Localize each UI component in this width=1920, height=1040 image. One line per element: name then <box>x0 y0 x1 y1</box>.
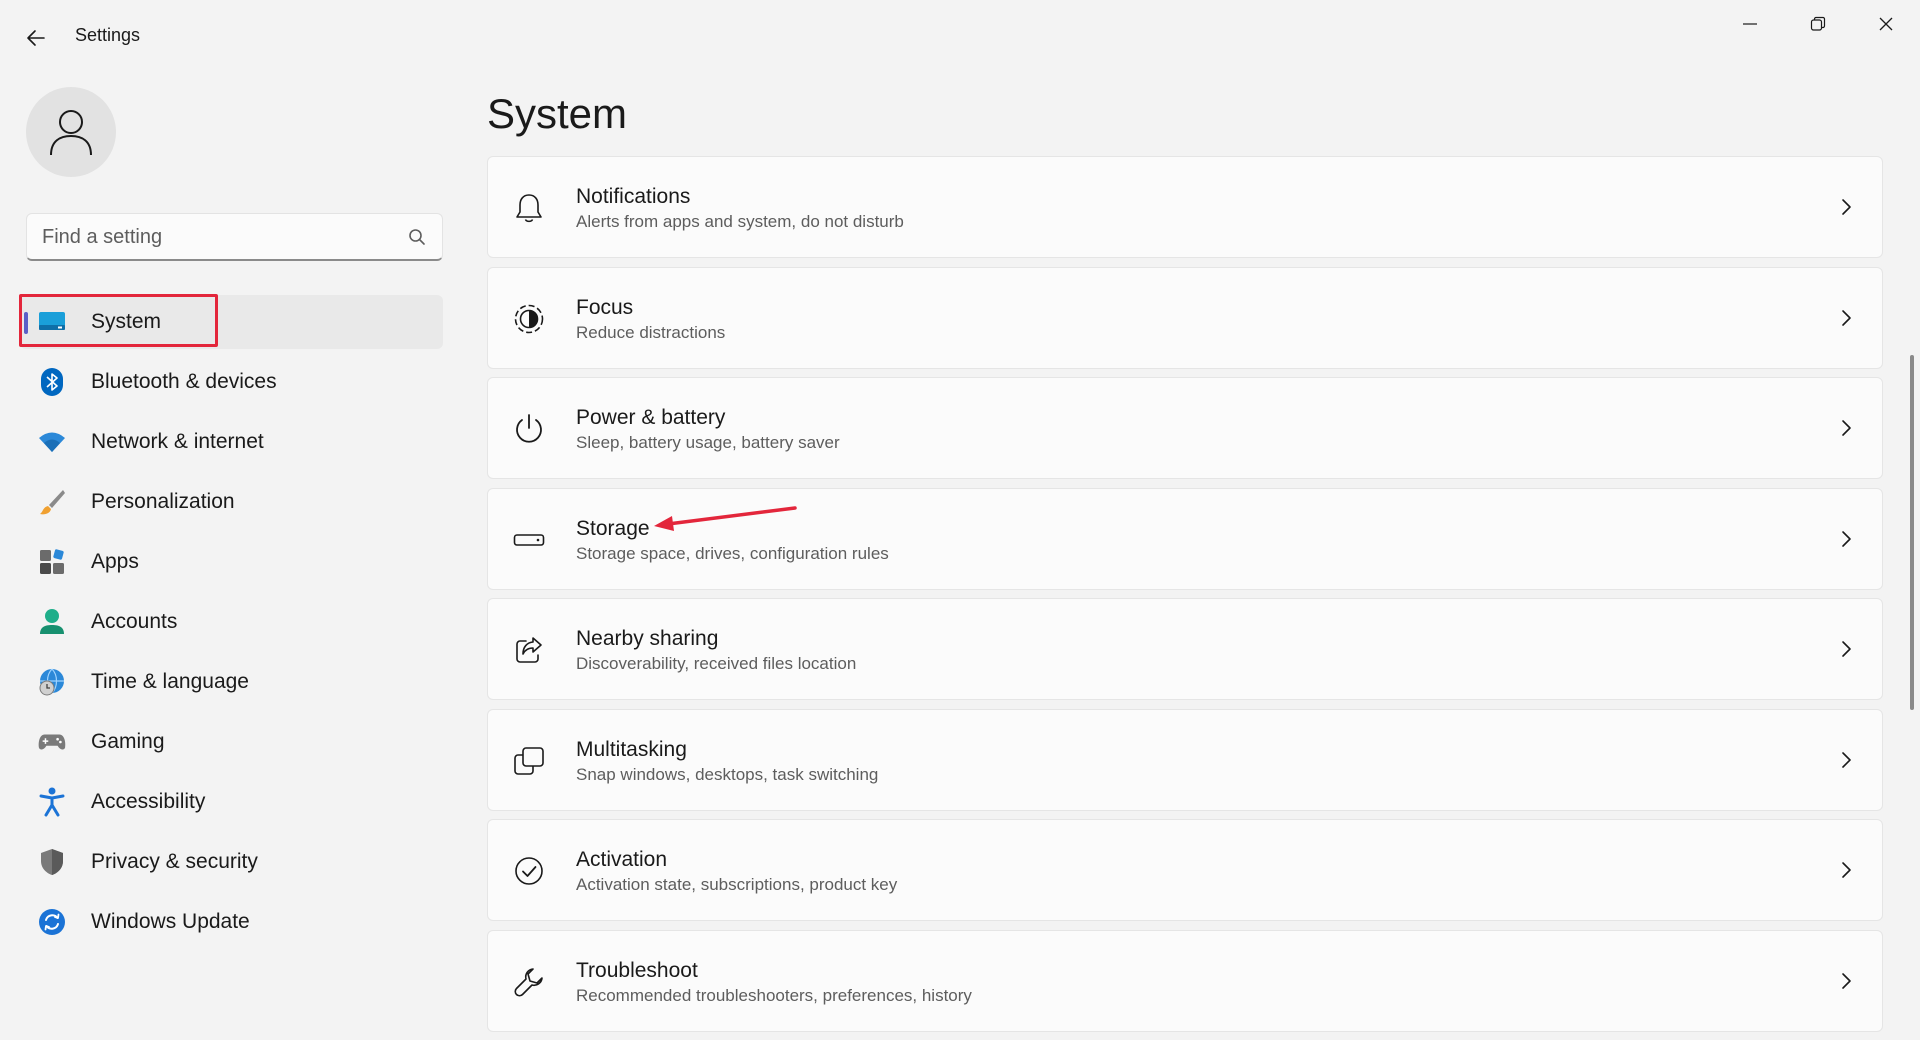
card-focus[interactable]: Focus Reduce distractions <box>487 266 1883 369</box>
close-icon <box>1879 17 1893 31</box>
card-title: Notifications <box>576 185 691 208</box>
sidebar-item-label: Personalization <box>91 490 235 513</box>
sidebar-item-apps[interactable]: Apps <box>20 535 443 589</box>
card-description: Recommended troubleshooters, preferences… <box>576 985 972 1005</box>
sidebar-item-network[interactable]: Network & internet <box>20 415 443 469</box>
card-notifications[interactable]: Notifications Alerts from apps and syste… <box>487 156 1883 258</box>
multitasking-icon <box>512 744 546 778</box>
card-title: Troubleshoot <box>576 958 698 982</box>
back-arrow-icon <box>27 30 45 46</box>
restore-icon <box>1810 16 1826 31</box>
sidebar-item-label: Time & language <box>91 670 249 693</box>
minimize-icon <box>1743 23 1757 25</box>
sidebar-item-label: Accounts <box>91 610 178 633</box>
card-title: Multitasking <box>576 737 687 761</box>
card-troubleshoot[interactable]: Troubleshoot Recommended troubleshooters… <box>487 929 1883 1032</box>
sidebar-item-windows-update[interactable]: Windows Update <box>20 895 443 949</box>
scrollbar-thumb[interactable] <box>1910 355 1914 710</box>
card-description: Activation state, subscriptions, product… <box>576 875 898 894</box>
minimize-button[interactable] <box>1716 0 1784 48</box>
back-button[interactable] <box>18 20 54 56</box>
user-icon <box>50 110 92 156</box>
title-bar: Settings <box>0 0 1920 72</box>
bluetooth-icon <box>38 368 66 396</box>
search-icon[interactable] <box>408 228 426 246</box>
sidebar-item-label: Windows Update <box>91 910 250 933</box>
sidebar-item-label: Apps <box>91 550 139 573</box>
card-title: Focus <box>576 295 634 319</box>
accessibility-icon <box>38 787 66 817</box>
page-title: System <box>487 90 628 137</box>
sidebar-item-bluetooth[interactable]: Bluetooth & devices <box>20 355 443 409</box>
window-controls <box>1716 0 1920 48</box>
card-multitasking[interactable]: Multitasking Snap windows, desktops, tas… <box>487 708 1883 811</box>
shield-icon <box>38 848 66 876</box>
chevron-right-icon <box>1842 751 1851 768</box>
sidebar-item-accounts[interactable]: Accounts <box>20 595 443 649</box>
card-description: Sleep, battery usage, battery saver <box>576 433 840 452</box>
app-title: Settings <box>75 25 141 45</box>
card-nearby-sharing[interactable]: Nearby sharing Discoverability, received… <box>487 598 1883 700</box>
brush-icon <box>38 488 66 516</box>
sidebar-item-personalization[interactable]: Personalization <box>20 475 443 529</box>
update-icon <box>38 908 66 936</box>
chevron-right-icon <box>1842 862 1851 878</box>
share-icon <box>512 633 546 667</box>
sidebar-item-privacy[interactable]: Privacy & security <box>20 835 443 889</box>
bell-icon <box>512 191 546 225</box>
sidebar-item-label: Accessibility <box>91 790 206 813</box>
sidebar-item-label: Gaming <box>91 730 165 753</box>
annotation-arrow <box>654 506 797 531</box>
focus-icon <box>512 302 546 336</box>
card-description: Reduce distractions <box>576 322 726 342</box>
search-box <box>26 213 443 261</box>
card-title: Activation <box>576 848 668 871</box>
avatar[interactable] <box>26 87 116 177</box>
card-description: Discoverability, received files location <box>576 654 857 673</box>
main-content: System Notifications Alerts from apps an… <box>487 72 1887 1032</box>
sidebar-item-label: Privacy & security <box>91 850 258 873</box>
restore-button[interactable] <box>1784 0 1852 48</box>
wrench-icon <box>512 965 546 999</box>
card-title: Storage <box>576 516 650 540</box>
power-icon <box>512 412 546 446</box>
chevron-right-icon <box>1842 309 1851 326</box>
card-activation[interactable]: Activation Activation state, subscriptio… <box>487 819 1883 921</box>
settings-list: Notifications Alerts from apps and syste… <box>487 156 1883 1040</box>
storage-icon <box>512 523 546 557</box>
annotation-highlight-box <box>19 294 218 347</box>
card-title: Power & battery <box>576 406 726 429</box>
sidebar-item-gaming[interactable]: Gaming <box>20 715 443 769</box>
globe-clock-icon <box>38 668 66 696</box>
check-circle-icon <box>512 854 546 888</box>
chevron-right-icon <box>1842 641 1851 657</box>
close-button[interactable] <box>1852 0 1920 48</box>
accounts-icon <box>38 608 66 636</box>
sidebar: System Bluetooth & devices Network & int… <box>0 72 460 1008</box>
chevron-right-icon <box>1842 972 1851 989</box>
chevron-right-icon <box>1842 420 1851 436</box>
sidebar-item-accessibility[interactable]: Accessibility <box>20 775 443 829</box>
chevron-right-icon <box>1842 199 1851 215</box>
sidebar-item-label: Bluetooth & devices <box>91 370 277 393</box>
card-description: Storage space, drives, configuration rul… <box>576 543 889 563</box>
card-description: Alerts from apps and system, do not dist… <box>576 212 904 231</box>
sidebar-item-time-language[interactable]: Time & language <box>20 655 443 709</box>
card-power-battery[interactable]: Power & battery Sleep, battery usage, ba… <box>487 377 1883 479</box>
apps-icon <box>38 548 66 576</box>
card-description: Snap windows, desktops, task switching <box>576 764 879 784</box>
sidebar-item-label: Network & internet <box>91 430 264 453</box>
sidebar-nav: System Bluetooth & devices Network & int… <box>20 295 443 955</box>
wifi-icon <box>38 428 66 456</box>
gamepad-icon <box>38 728 66 756</box>
search-input[interactable] <box>42 214 402 260</box>
chevron-right-icon <box>1842 530 1851 547</box>
card-title: Nearby sharing <box>576 627 719 650</box>
